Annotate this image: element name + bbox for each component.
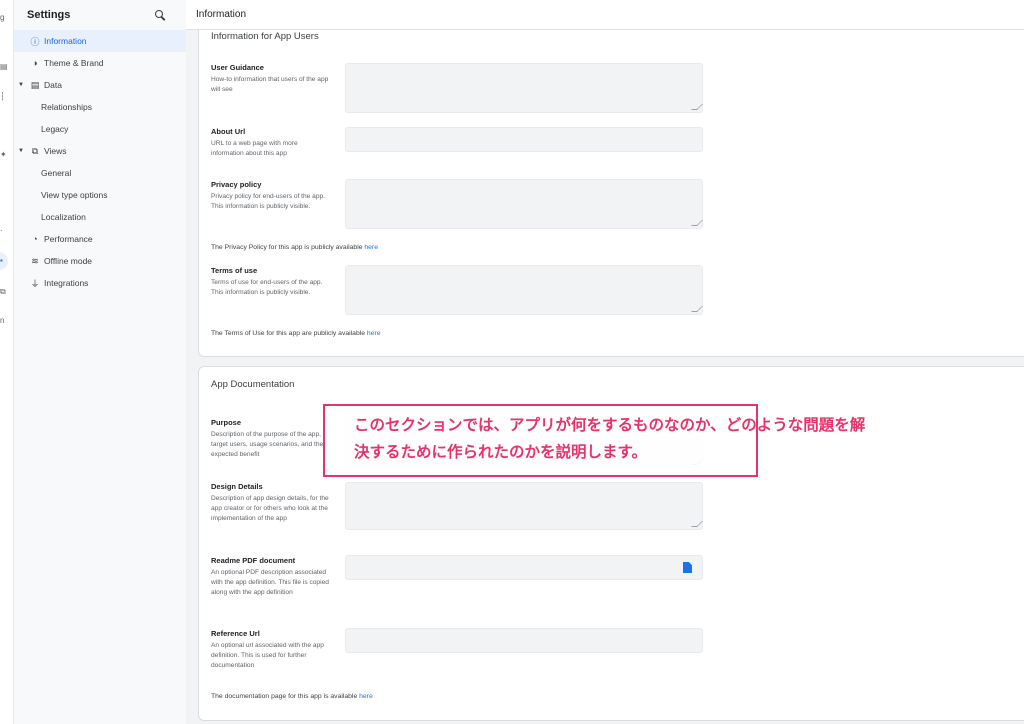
field-description: An optional PDF description associated w… <box>211 569 329 596</box>
field-description: Description of the purpose of the app, t… <box>211 431 324 458</box>
sidebar-item-performance[interactable]: ◔ Performance <box>14 228 186 250</box>
table-icon: ▤ <box>30 79 40 90</box>
sidebar-item-label: Legacy <box>41 124 69 134</box>
page-header: Information <box>186 0 1024 30</box>
rail-icon[interactable]: ┆ <box>0 92 7 102</box>
reference-url-input[interactable] <box>345 628 703 653</box>
plug-icon: ⏚ <box>30 278 40 289</box>
field-description: Description of app design details, for t… <box>211 495 329 522</box>
sidebar-item-theme-brand[interactable]: ◑ Theme & Brand <box>14 52 186 74</box>
rail-icon[interactable]: ✦ <box>0 150 7 160</box>
privacy-note: The Privacy Policy for this app is publi… <box>211 244 378 251</box>
sidebar-item-relationships[interactable]: Relationships <box>14 96 186 118</box>
readme-pdf-input[interactable] <box>345 555 703 580</box>
field-description: Privacy policy for end-users of the app.… <box>211 193 325 210</box>
sidebar-item-views[interactable]: ▼ ⧉ Views <box>14 140 186 162</box>
sidebar-item-label: General <box>41 168 72 178</box>
sidebar-item-general[interactable]: General <box>14 162 186 184</box>
field-terms-of-use: Terms of use Terms of use for end-users … <box>211 265 711 315</box>
wifi-off-icon: ≋ <box>31 255 39 266</box>
field-description: How-to information that users of the app… <box>211 76 329 93</box>
annotation-text: このセクションでは、アプリが何をするものなのか、どのような問題を解 決するために… <box>354 417 866 461</box>
terms-of-use-textarea[interactable] <box>345 265 703 315</box>
sidebar-title: Settings <box>27 9 71 21</box>
file-upload-icon[interactable] <box>683 562 692 573</box>
sidebar-item-label: Views <box>44 146 67 156</box>
sidebar-item-label: Information <box>44 36 87 46</box>
sidebar-item-legacy[interactable]: Legacy <box>14 118 186 140</box>
sidebar-item-label: Offline mode <box>44 256 93 266</box>
section-title: App Documentation <box>211 378 295 390</box>
sidebar-item-label: View type options <box>41 190 108 200</box>
palette-icon: ◑ <box>32 58 38 68</box>
sidebar-item-information[interactable]: ⓘ Information <box>14 30 186 52</box>
documentation-here-link[interactable]: here <box>359 693 373 700</box>
sidebar-item-label: Relationships <box>41 102 93 112</box>
rail-icon[interactable]: n <box>0 316 7 326</box>
documentation-note: The documentation page for this app is a… <box>211 693 373 700</box>
sidebar-item-label: Theme & Brand <box>44 58 104 68</box>
section-info-for-users: Information for App Users User Guidance … <box>198 16 1024 357</box>
sidebar-item-offline-mode[interactable]: ≋ Offline mode <box>14 250 186 272</box>
sidebar-item-localization[interactable]: Localization <box>14 206 186 228</box>
field-reference-url: Reference Url An optional url associated… <box>211 628 711 671</box>
privacy-here-link[interactable]: here <box>364 244 378 251</box>
search-icon[interactable] <box>154 9 166 21</box>
terms-note: The Terms of Use for this app are public… <box>211 330 381 337</box>
terms-here-link[interactable]: here <box>367 330 381 337</box>
privacy-note-text: The Privacy Policy for this app is publi… <box>211 244 365 251</box>
documentation-note-text: The documentation page for this app is a… <box>211 693 360 700</box>
sidebar-item-view-type-options[interactable]: View type options <box>14 184 186 206</box>
gauge-icon: ◔ <box>32 234 38 244</box>
rail-icon[interactable]: · <box>0 226 7 236</box>
terms-note-text: The Terms of Use for this app are public… <box>211 330 367 337</box>
sidebar-item-label: Localization <box>41 212 86 222</box>
info-icon: ⓘ <box>30 36 40 47</box>
field-description: An optional url associated with the app … <box>211 642 324 669</box>
field-user-guidance: User Guidance How-to information that us… <box>211 63 711 113</box>
about-url-input[interactable] <box>345 127 703 152</box>
views-icon: ⧉ <box>31 145 39 156</box>
sidebar-item-label: Integrations <box>44 278 89 288</box>
privacy-policy-textarea[interactable] <box>345 179 703 229</box>
field-about-url: About Url URL to a web page with more in… <box>211 127 711 159</box>
field-design-details: Design Details Description of app design… <box>211 482 711 530</box>
field-description: URL to a web page with more information … <box>211 140 298 157</box>
rail-icon[interactable]: ▤ <box>0 62 8 72</box>
field-description: Terms of use for end-users of the app. T… <box>211 279 323 296</box>
user-guidance-textarea[interactable] <box>345 63 703 113</box>
caret-down-icon[interactable]: ▼ <box>18 82 24 88</box>
sidebar-item-integrations[interactable]: ⏚ Integrations <box>14 272 186 294</box>
rail-icon[interactable]: ▪ <box>0 256 7 266</box>
app-rail: g ▤ ┆ ✦ · ▪ ⧉ n <box>0 0 14 724</box>
caret-down-icon[interactable]: ▼ <box>18 148 24 154</box>
sidebar-item-label: Data <box>44 80 62 90</box>
annotation-callout: このセクションでは、アプリが何をするものなのか、どのような問題を解 決するために… <box>323 404 865 477</box>
field-privacy-policy: Privacy policy Privacy policy for end-us… <box>211 179 711 229</box>
main-content: Information Information for App Users Us… <box>186 0 1024 724</box>
sidebar-header: Settings <box>14 0 186 30</box>
rail-icon[interactable]: ⧉ <box>0 287 7 297</box>
field-readme-pdf: Readme PDF document An optional PDF desc… <box>211 555 711 598</box>
rail-icon[interactable]: g <box>0 13 7 23</box>
sidebar-item-label: Performance <box>44 234 93 244</box>
sidebar-item-data[interactable]: ▼ ▤ Data <box>14 74 186 96</box>
design-details-textarea[interactable] <box>345 482 703 530</box>
page-title: Information <box>196 9 247 20</box>
settings-sidebar: Settings ⓘ Information ◑ Theme & Brand ▼… <box>14 0 186 724</box>
